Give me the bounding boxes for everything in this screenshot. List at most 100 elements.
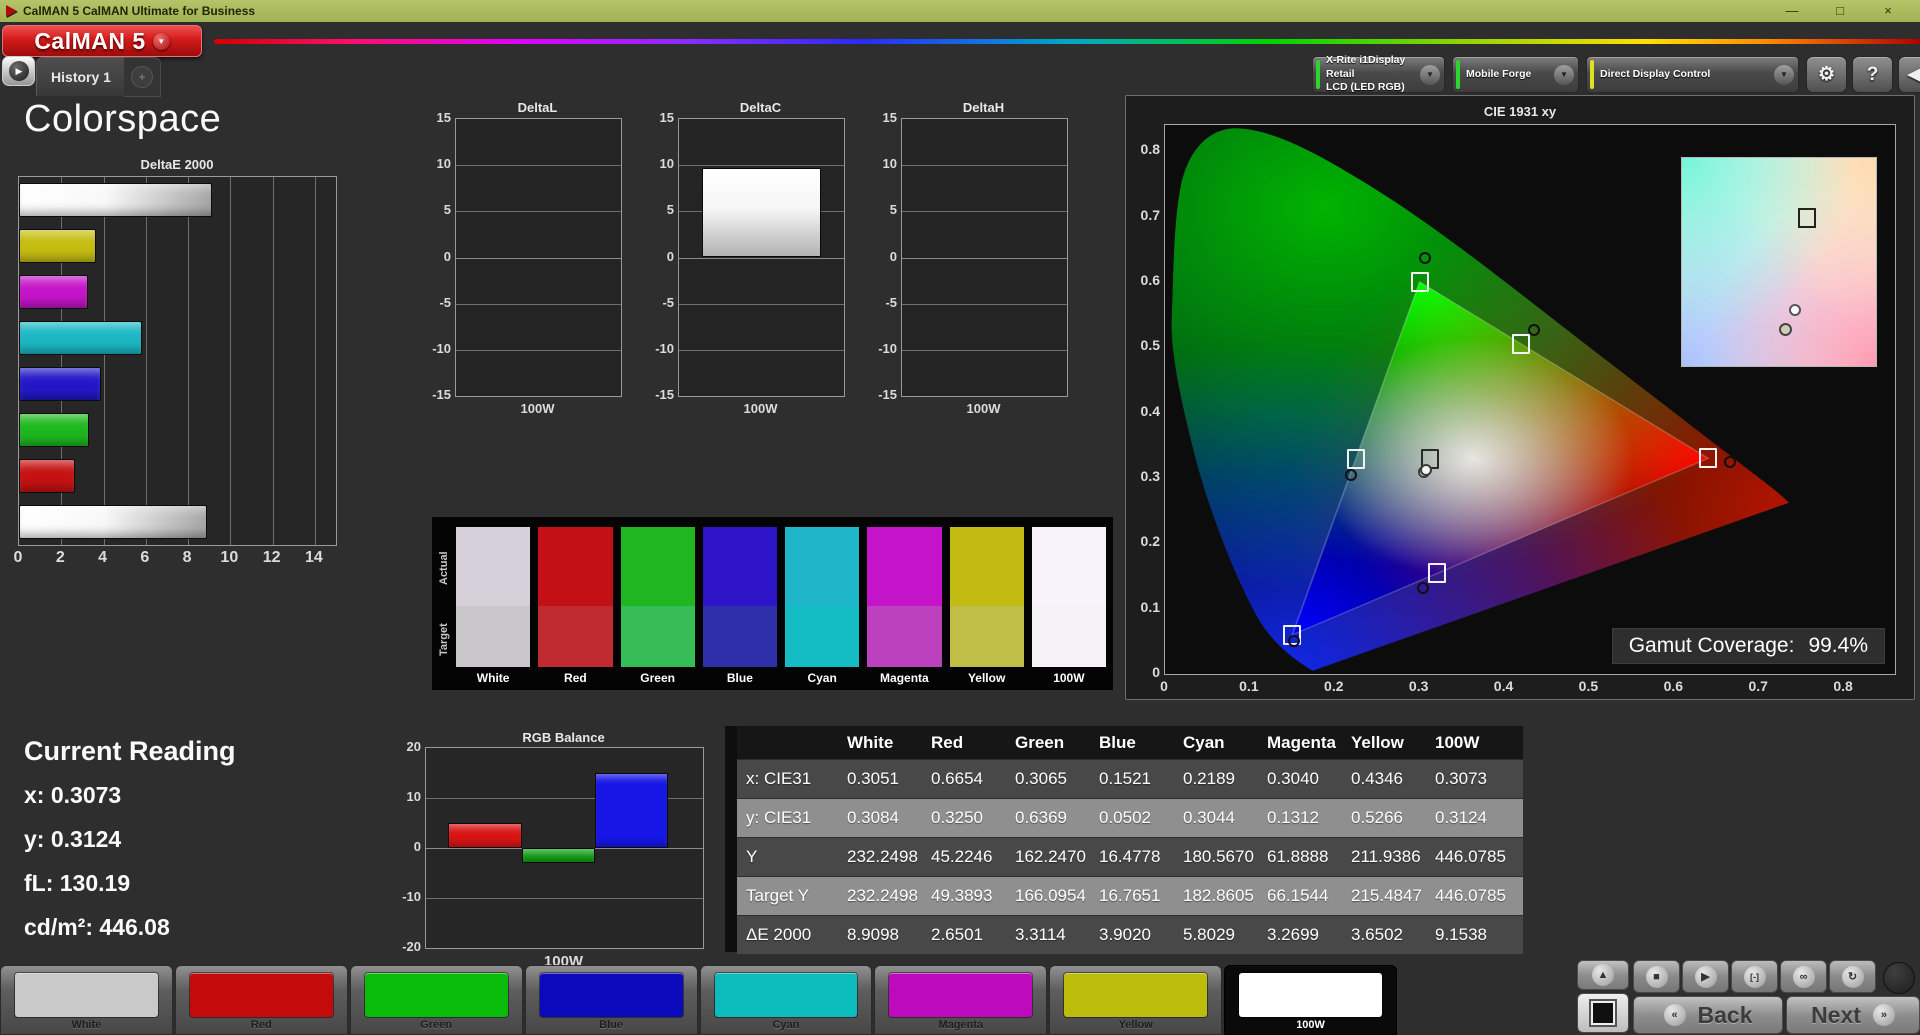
table-cell: 0.0502 <box>1099 808 1151 827</box>
axis-tick-label: 15 <box>436 110 451 125</box>
cie-chart-plot: Gamut Coverage: 99.4% <box>1164 124 1896 675</box>
gear-icon: ⚙ <box>1817 64 1836 85</box>
restore-icon[interactable]: □ <box>1816 0 1864 22</box>
pattern-button-white[interactable]: White <box>0 965 173 1035</box>
axis-label: 100W <box>966 401 1001 416</box>
table-cell: 0.6654 <box>931 769 983 788</box>
stop-button[interactable]: ■ <box>1633 960 1680 993</box>
axis-tick-label: 0.2 <box>1140 533 1160 550</box>
rgb-bar-blue <box>594 773 669 848</box>
axis-tick-label: -15 <box>655 387 674 402</box>
pattern-button-100w[interactable]: 100W <box>1224 965 1397 1035</box>
delta-chart-deltal: DeltaL 15 10 5 0 -5 -10 -15 100W <box>425 100 622 420</box>
pattern-button-cyan[interactable]: Cyan <box>699 965 873 1035</box>
swatch-label: White <box>476 671 510 685</box>
cie-measured-magenta <box>1417 582 1430 595</box>
play-button[interactable]: ▶ <box>1682 960 1729 993</box>
cie-target-red <box>1699 448 1718 469</box>
settings-button[interactable]: ⚙ <box>1806 56 1847 93</box>
pattern-button-yellow[interactable]: Yellow <box>1049 965 1223 1035</box>
table-cell: 3.3114 <box>1015 925 1066 944</box>
delta-lch-charts: DeltaL 15 10 5 0 -5 -10 -15 100W DeltaC 15 10 5 0 -5 -1… <box>425 100 1105 420</box>
axis-tick-label: 12 <box>262 549 281 566</box>
minimize-icon[interactable]: — <box>1768 0 1816 22</box>
session-play-button[interactable]: ▶ <box>2 56 35 86</box>
table-cell: 0.3250 <box>931 808 983 827</box>
pattern-button-magenta[interactable]: Magenta <box>874 965 1048 1035</box>
axis-tick-label: 0.5 <box>1140 337 1160 354</box>
meter-dropdown[interactable]: X-Rite i1Display Retail LCD (LED RGB) ▼ <box>1312 54 1445 93</box>
continuous-measure-button[interactable]: ∞ <box>1780 960 1827 993</box>
play-icon: ▶ <box>8 61 29 81</box>
back-button[interactable]: « Back <box>1633 996 1783 1034</box>
delta-e-bar-cyan <box>19 321 142 355</box>
window-title: CalMAN 5 CalMAN Ultimate for Business <box>23 4 256 18</box>
display-control-dropdown[interactable]: Direct Display Control ▼ <box>1586 56 1799 93</box>
title-bar: CalMAN 5 CalMAN Ultimate for Business — … <box>0 0 1920 22</box>
table-cell: 3.6502 <box>1351 925 1403 944</box>
swatch-column-white: White <box>456 517 531 690</box>
actual-row-label: Actual <box>438 551 450 585</box>
axis-tick-label: 5 <box>889 202 897 218</box>
next-button[interactable]: Next » <box>1786 996 1920 1034</box>
close-icon[interactable]: × <box>1864 0 1912 22</box>
table-cell: 0.1312 <box>1267 808 1319 827</box>
table-header-row: White Red Green Blue Cyan Magenta Yellow 100W <box>737 726 1523 759</box>
source-dropdown[interactable]: Mobile Forge ▼ <box>1452 56 1579 93</box>
pattern-swatch <box>15 973 158 1017</box>
pattern-button-green[interactable]: Green <box>349 965 523 1035</box>
gridline <box>902 165 1067 167</box>
swatch-compare-panel: Actual Target White Red Green Blue Cyan Magen… <box>432 517 1113 690</box>
table-cell: 49.3893 <box>931 886 993 905</box>
axis-tick-label: 0 <box>443 248 451 264</box>
axis-tick-label: 0.2 <box>1324 678 1344 694</box>
column-header: Red <box>931 732 964 752</box>
tab-history-1[interactable]: History 1 <box>36 57 126 96</box>
gridline <box>679 349 844 351</box>
refresh-button[interactable]: ↻ <box>1829 960 1876 993</box>
table-cell: 16.7651 <box>1099 886 1161 905</box>
expand-controls-button[interactable]: ▲ <box>1577 960 1629 990</box>
table-cell: 3.2699 <box>1267 925 1319 944</box>
axis-tick-label: 0 <box>1160 678 1168 694</box>
table-cell: 232.2498 <box>847 886 918 905</box>
measurement-controls: ■ ▶ [-] ∞ ↻ <box>1633 960 1876 993</box>
reading-value: x: 0.3073 <box>24 782 122 808</box>
inset-measured-marker <box>1788 303 1801 316</box>
collapse-panel-button[interactable]: ◀ <box>1898 56 1920 93</box>
axis-tick-label: -5 <box>885 294 897 310</box>
swatch-column-yellow: Yellow <box>949 517 1024 690</box>
rainbow-divider <box>214 39 1920 44</box>
table-row-1: x: CIE31 0.3051 0.6654 0.3065 0.1521 0.2189 0.… <box>737 760 1523 798</box>
table-row-3: Y 232.2498 45.2246 162.2470 16.4778 180.5670 6… <box>737 838 1523 876</box>
pattern-button-blue[interactable]: Blue <box>524 965 698 1035</box>
chevrons-left-icon: « <box>1663 1004 1686 1026</box>
single-measure-button[interactable]: [-] <box>1731 960 1778 993</box>
swatch-columns: White Red Green Blue Cyan Magenta Yellow 100W <box>456 517 1106 690</box>
axis-tick-label: -10 <box>878 340 897 356</box>
axis-tick-label: 14 <box>304 549 323 566</box>
calman-logo-menu[interactable]: CalMAN 5 ▼ <box>2 25 202 57</box>
pattern-button-red[interactable]: Red <box>174 965 348 1035</box>
add-tab-button[interactable]: + <box>124 57 161 97</box>
actual-swatch <box>785 527 860 606</box>
axis-label: 100W <box>743 401 778 416</box>
swatch-label: Blue <box>726 671 753 685</box>
axis-tick-label: 10 <box>436 156 451 172</box>
table-cell: 0.3051 <box>847 769 899 788</box>
table-cell: 16.4778 <box>1099 847 1161 866</box>
pattern-window-button[interactable] <box>1577 993 1629 1033</box>
pattern-swatch <box>889 973 1033 1017</box>
axis-tick-label: 10 <box>220 549 239 566</box>
axis-tick-label: 5 <box>666 202 674 218</box>
status-indicator <box>1883 962 1915 994</box>
actual-swatch <box>620 527 695 606</box>
table-cell: 2.6501 <box>931 925 983 944</box>
chart-plot <box>678 118 845 397</box>
play-icon: ▶ <box>1694 965 1717 988</box>
reading-value: fL: 130.19 <box>24 870 131 896</box>
help-button[interactable]: ? <box>1852 56 1893 93</box>
rgb-bar-green <box>521 848 595 863</box>
table-cell: 0.3084 <box>847 808 899 827</box>
swatch-column-green: Green <box>620 517 695 690</box>
